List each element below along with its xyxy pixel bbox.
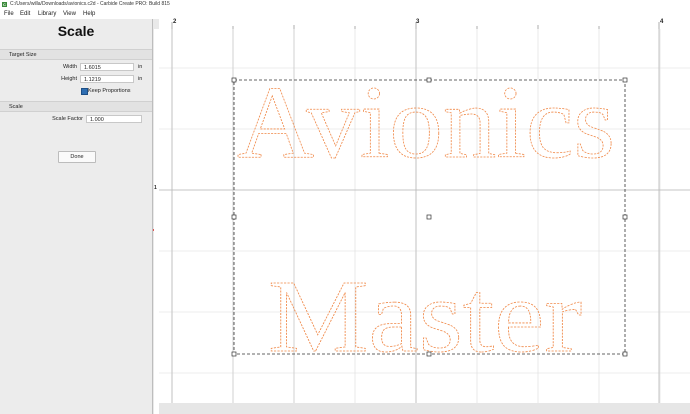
resize-handle-icon (426, 77, 432, 83)
ruler-label-4: 4 (660, 19, 664, 25)
window-title: C:/Users/willa/Downloads/avionics.c2d - … (10, 1, 170, 7)
resize-handle-icon (622, 351, 628, 357)
menu-bar: File Edit Library View Help (0, 9, 690, 19)
resize-handle-icon (231, 77, 237, 83)
ruler-label-2: 2 (173, 19, 177, 25)
title-bar: C C:/Users/willa/Downloads/avionics.c2d … (0, 0, 690, 9)
panel-title: Scale (57, 23, 95, 39)
ruler-ticks (171, 22, 660, 29)
carbide-create-icon: C (2, 2, 7, 7)
resize-handle-icon (426, 351, 432, 357)
design-canvas[interactable]: Avionics Master (159, 29, 690, 414)
width-unit: in (138, 64, 143, 70)
ruler-label-1: 1 (154, 185, 157, 191)
height-label: Height (61, 76, 77, 82)
resize-handle-icon (622, 214, 628, 220)
width-field[interactable]: 1.6015 (80, 63, 134, 71)
menu-edit[interactable]: Edit (20, 9, 30, 19)
scale-section: Scale (0, 101, 152, 112)
resize-handle-icon (426, 214, 432, 220)
menu-help[interactable]: Help (83, 9, 95, 19)
menu-file[interactable]: File (4, 9, 14, 19)
checkbox-checked-icon[interactable] (81, 88, 88, 95)
design-text-line-1[interactable]: Avionics (237, 65, 616, 181)
height-field[interactable]: 1.1219 (80, 75, 134, 83)
resize-handle-icon (231, 351, 237, 357)
done-button[interactable]: Done (58, 151, 96, 163)
menu-view[interactable]: View (63, 9, 76, 19)
resize-handle-icon (231, 214, 237, 220)
menu-library[interactable]: Library (38, 9, 56, 19)
scale-panel: Scale Target Size Width 1.6015 in Height… (0, 19, 153, 414)
status-strip (159, 403, 690, 414)
keep-proportions-label[interactable]: Keep Proportions (88, 88, 131, 94)
design-area: Avionics Master (159, 29, 690, 414)
design-text-line-2[interactable]: Master (268, 259, 583, 375)
ruler-label-3: 3 (416, 19, 420, 25)
scale-factor-field[interactable]: 1.000 (86, 115, 142, 123)
width-label: Width (62, 64, 77, 70)
scale-factor-label: Scale Factor (52, 116, 83, 122)
resize-handle-icon (622, 77, 628, 83)
height-unit: in (138, 76, 143, 82)
target-size-section: Target Size (0, 49, 152, 60)
